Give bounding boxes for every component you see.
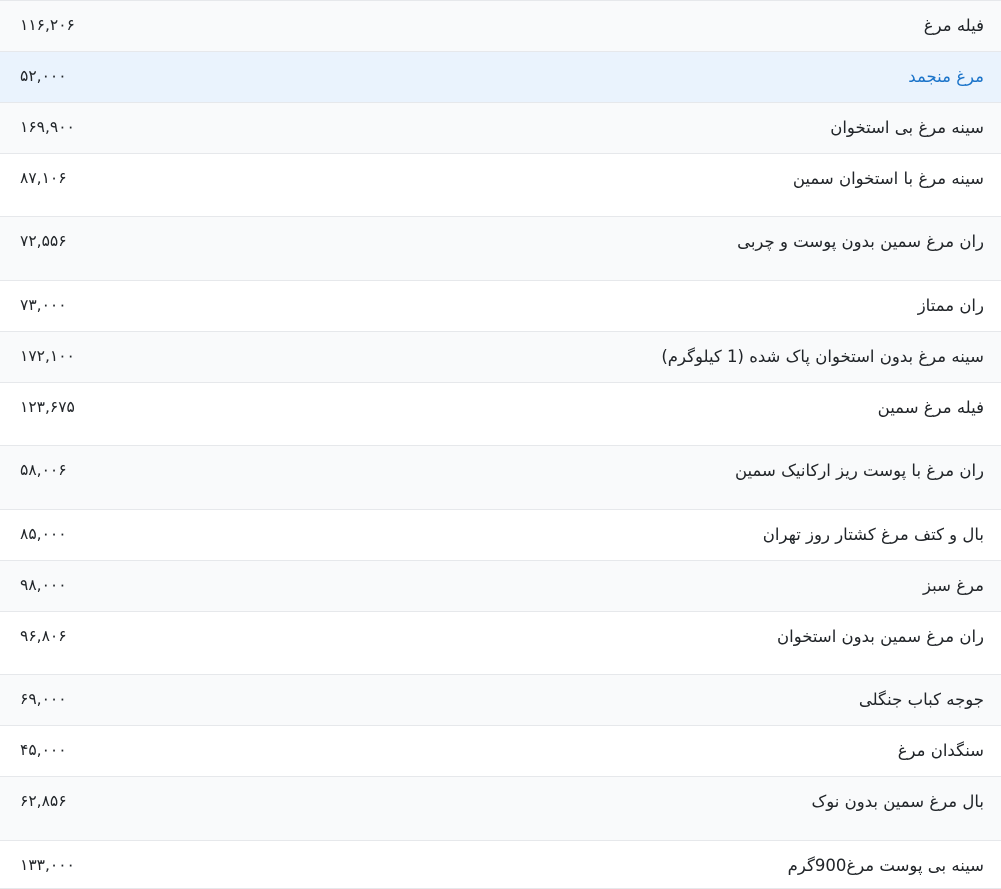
table-row[interactable]: سینه بی پوست مرغ900گرم ۱۳۳,۰۰۰ — [0, 841, 1001, 889]
product-name[interactable]: فیله مرغ سمین — [878, 397, 984, 419]
product-name[interactable]: فیله مرغ — [924, 15, 984, 37]
table-row[interactable]: سینه مرغ با استخوان سمین ۸۷,۱۰۶ — [0, 154, 1001, 217]
table-row[interactable]: سینه مرغ بدون استخوان پاک شده (1 کیلوگرم… — [0, 332, 1001, 383]
product-name[interactable]: ران مرغ سمین بدون استخوان — [777, 626, 984, 648]
product-name[interactable]: سینه مرغ بی استخوان — [830, 117, 984, 139]
product-price: ۹۸,۰۰۰ — [20, 576, 67, 594]
product-price: ۵۲,۰۰۰ — [20, 67, 67, 85]
table-row[interactable]: سنگدان مرغ ۴۵,۰۰۰ — [0, 726, 1001, 777]
table-row[interactable]: ران مرغ با پوست ریز ارکانیک سمین ۵۸,۰۰۶ — [0, 446, 1001, 510]
product-name[interactable]: مرغ منجمد — [908, 66, 984, 88]
table-row[interactable]: سینه مرغ بی استخوان ۱۶۹,۹۰۰ — [0, 103, 1001, 154]
table-row[interactable]: بال و کتف مرغ کشتار روز تهران ۸۵,۰۰۰ — [0, 510, 1001, 561]
product-name[interactable]: سینه مرغ بدون استخوان پاک شده (1 کیلوگرم… — [661, 346, 984, 368]
product-price: ۶۹,۰۰۰ — [20, 690, 67, 708]
table-row[interactable]: ران مرغ سمین بدون استخوان ۹۶,۸۰۶ — [0, 612, 1001, 675]
product-price: ۹۶,۸۰۶ — [20, 627, 67, 645]
product-price: ۸۵,۰۰۰ — [20, 525, 67, 543]
product-name[interactable]: جوجه کباب جنگلی — [859, 689, 984, 711]
product-name[interactable]: بال مرغ سمین بدون نوک — [811, 791, 984, 813]
product-name[interactable]: ران ممتاز — [918, 295, 984, 317]
product-price: ۱۶۹,۹۰۰ — [20, 118, 75, 136]
product-price: ۸۷,۱۰۶ — [20, 169, 67, 187]
product-price: ۶۲,۸۵۶ — [20, 792, 67, 810]
table-row[interactable]: جوجه کباب جنگلی ۶۹,۰۰۰ — [0, 675, 1001, 726]
product-name[interactable]: سنگدان مرغ — [898, 740, 984, 762]
product-price: ۱۷۲,۱۰۰ — [20, 347, 75, 365]
table-row[interactable]: فیله مرغ سمین ۱۲۳,۶۷۵ — [0, 383, 1001, 446]
product-name[interactable]: سینه مرغ با استخوان سمین — [793, 168, 984, 190]
product-name[interactable]: مرغ سبز — [923, 575, 984, 597]
table-row[interactable]: مرغ سبز ۹۸,۰۰۰ — [0, 561, 1001, 612]
product-price: ۷۳,۰۰۰ — [20, 296, 67, 314]
product-name[interactable]: ران مرغ سمین بدون پوست و چربی — [737, 231, 984, 253]
product-price: ۷۲,۵۵۶ — [20, 232, 67, 250]
table-row[interactable]: بال مرغ سمین بدون نوک ۶۲,۸۵۶ — [0, 777, 1001, 841]
table-row[interactable]: ران ممتاز ۷۳,۰۰۰ — [0, 281, 1001, 332]
product-name[interactable]: ران مرغ با پوست ریز ارکانیک سمین — [735, 460, 984, 482]
table-row[interactable]: مرغ منجمد ۵۲,۰۰۰ — [0, 52, 1001, 103]
product-price: ۱۱۶,۲۰۶ — [20, 16, 75, 34]
product-price: ۱۳۳,۰۰۰ — [20, 856, 75, 874]
product-price-table: فیله مرغ ۱۱۶,۲۰۶ مرغ منجمد ۵۲,۰۰۰ سینه م… — [0, 0, 1001, 889]
product-name[interactable]: بال و کتف مرغ کشتار روز تهران — [763, 524, 984, 546]
product-price: ۵۸,۰۰۶ — [20, 461, 67, 479]
product-price: ۱۲۳,۶۷۵ — [20, 398, 75, 416]
table-row[interactable]: ران مرغ سمین بدون پوست و چربی ۷۲,۵۵۶ — [0, 217, 1001, 281]
table-row[interactable]: فیله مرغ ۱۱۶,۲۰۶ — [0, 1, 1001, 52]
product-name[interactable]: سینه بی پوست مرغ900گرم — [788, 855, 984, 877]
product-price: ۴۵,۰۰۰ — [20, 741, 67, 759]
